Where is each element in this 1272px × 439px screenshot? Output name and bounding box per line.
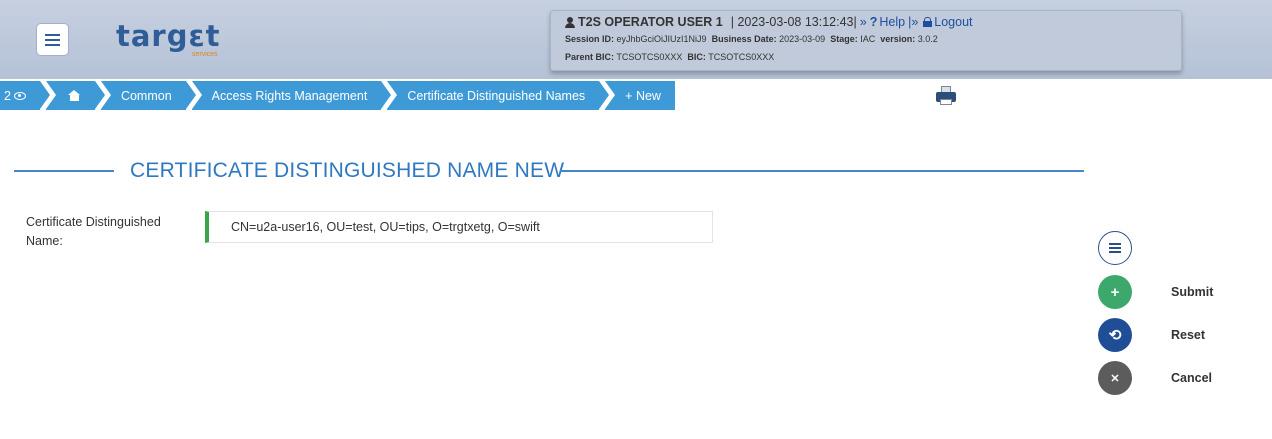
breadcrumb-history[interactable]: 2 bbox=[0, 81, 50, 110]
stage-label: Stage: bbox=[830, 34, 858, 44]
breadcrumb-common[interactable]: Common bbox=[100, 81, 196, 110]
session-label: Session ID: bbox=[565, 34, 615, 44]
datetime: | 2023-03-08 13:12:43| bbox=[730, 15, 857, 29]
list-icon-line bbox=[1109, 243, 1121, 245]
cancel-button[interactable]: ✕ Cancel bbox=[1098, 361, 1212, 395]
certificate-dn-label: Certificate Distinguished Name: bbox=[26, 215, 161, 248]
plus-icon: + bbox=[1098, 275, 1132, 309]
lock-icon[interactable] bbox=[923, 17, 933, 27]
list-icon-line bbox=[1109, 247, 1121, 249]
breadcrumb-label: + New bbox=[625, 88, 661, 103]
bic-label: BIC: bbox=[687, 52, 706, 62]
list-icon-line bbox=[1109, 251, 1121, 253]
home-icon bbox=[67, 90, 81, 101]
session-info: Session ID: eyJhbGciOiJIUzI1NiJ9 Busines… bbox=[565, 30, 1167, 48]
user-name: T2S OPERATOR USER 1 bbox=[578, 15, 723, 29]
breadcrumb-new[interactable]: + New bbox=[605, 81, 675, 110]
reset-label: Reset bbox=[1171, 328, 1206, 342]
bic-value: TCSOTCS0XXX bbox=[708, 52, 775, 62]
menu-button[interactable] bbox=[36, 23, 69, 56]
cancel-label: Cancel bbox=[1171, 371, 1212, 385]
user-info-box: T2S OPERATOR USER 1 | 2023-03-08 13:12:4… bbox=[550, 10, 1182, 71]
breadcrumb-access-rights[interactable]: Access Rights Management bbox=[191, 81, 391, 110]
list-icon bbox=[1098, 231, 1132, 265]
separator: |» bbox=[908, 15, 919, 29]
hamburger-icon-bar bbox=[45, 43, 60, 46]
undo-icon: ⟲ bbox=[1098, 318, 1132, 352]
target-logo: targɛt services bbox=[116, 19, 221, 59]
user-icon bbox=[565, 16, 575, 28]
submit-label: Submit bbox=[1171, 285, 1214, 299]
breadcrumb-label: Common bbox=[120, 88, 172, 103]
parent-bic-value: TCSOTCS0XXX bbox=[616, 52, 683, 62]
business-date-value: 2023-03-09 bbox=[779, 34, 826, 44]
question-icon[interactable]: ? bbox=[870, 14, 878, 30]
printer-output bbox=[940, 99, 952, 105]
logo-text: targɛt bbox=[116, 19, 221, 53]
title-divider-right bbox=[560, 170, 1084, 172]
printer-icon[interactable] bbox=[934, 84, 958, 106]
hamburger-icon bbox=[45, 33, 60, 36]
breadcrumb-certificate-dns[interactable]: Certificate Distinguished Names bbox=[387, 81, 610, 110]
page-title: CERTIFICATE DISTINGUISHED NAME NEW bbox=[130, 159, 565, 182]
logout-link[interactable]: Logout bbox=[934, 14, 972, 30]
stage-value: IAC bbox=[860, 34, 876, 44]
version-label: version: bbox=[880, 34, 916, 44]
reset-button[interactable]: ⟲ Reset bbox=[1098, 318, 1205, 352]
version-value: 3.0.2 bbox=[917, 34, 938, 44]
breadcrumb-home[interactable] bbox=[45, 81, 105, 110]
parent-bic-label: Parent BIC: bbox=[565, 52, 615, 62]
bic-info: Parent BIC: TCSOTCS0XXX BIC: TCSOTCS0XXX bbox=[565, 48, 1167, 66]
close-icon: ✕ bbox=[1098, 361, 1132, 395]
business-date-label: Business Date: bbox=[711, 34, 777, 44]
session-value: eyJhbGciOiJIUzI1NiJ9 bbox=[616, 34, 707, 44]
help-link[interactable]: Help bbox=[879, 14, 905, 30]
title-divider-left bbox=[14, 170, 114, 172]
eye-icon bbox=[13, 91, 26, 100]
separator: » bbox=[859, 15, 867, 29]
breadcrumb: 2 Common Access Rights Management Certif… bbox=[0, 81, 681, 110]
app-header: targɛt services T2S OPERATOR USER 1 | 20… bbox=[0, 0, 1272, 79]
breadcrumb-label: Access Rights Management bbox=[211, 88, 368, 103]
submit-button[interactable]: + Submit bbox=[1098, 275, 1213, 309]
certificate-dn-input[interactable] bbox=[205, 211, 713, 243]
logo-subtitle: services bbox=[192, 51, 218, 58]
list-button[interactable] bbox=[1098, 231, 1132, 265]
history-count: 2 bbox=[4, 88, 11, 103]
breadcrumb-label: Certificate Distinguished Names bbox=[407, 88, 586, 103]
hamburger-icon-bar bbox=[45, 38, 60, 41]
